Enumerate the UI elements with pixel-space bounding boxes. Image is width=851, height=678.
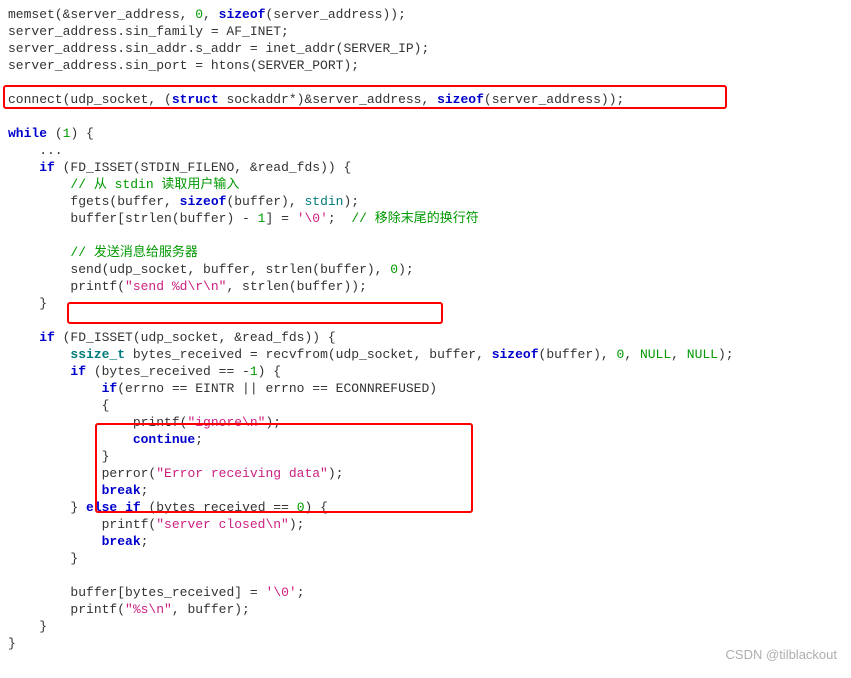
code-line: ssize_t bytes_received = recvfrom(udp_so… bbox=[8, 347, 734, 362]
code-line: break; bbox=[8, 483, 148, 498]
code-line: } else if (bytes_received == 0) { bbox=[8, 500, 328, 515]
code-line: ... bbox=[8, 143, 63, 158]
code-line: continue; bbox=[8, 432, 203, 447]
code-line: printf("server closed\n"); bbox=[8, 517, 304, 532]
code-line: } bbox=[8, 619, 47, 634]
code-line: while (1) { bbox=[8, 126, 94, 141]
code-line: { bbox=[8, 398, 109, 413]
code-line: server_address.sin_addr.s_addr = inet_ad… bbox=[8, 41, 429, 56]
code-line: if (FD_ISSET(STDIN_FILENO, &read_fds)) { bbox=[8, 160, 351, 175]
code-line: server_address.sin_port = htons(SERVER_P… bbox=[8, 58, 359, 73]
code-line: fgets(buffer, sizeof(buffer), stdin); bbox=[8, 194, 359, 209]
code-line: printf("send %d\r\n", strlen(buffer)); bbox=[8, 279, 367, 294]
code-line: buffer[bytes_received] = '\0'; bbox=[8, 585, 305, 600]
code-line: // 发送消息给服务器 bbox=[8, 245, 198, 260]
code-line: perror("Error receiving data"); bbox=[8, 466, 343, 481]
code-line: break; bbox=[8, 534, 148, 549]
code-line: if (FD_ISSET(udp_socket, &read_fds)) { bbox=[8, 330, 336, 345]
code-line: } bbox=[8, 296, 47, 311]
code-line: printf("ignore\n"); bbox=[8, 415, 281, 430]
code-line: if(errno == EINTR || errno == ECONNREFUS… bbox=[8, 381, 437, 396]
code-line: server_address.sin_family = AF_INET; bbox=[8, 24, 289, 39]
code-line: } bbox=[8, 551, 78, 566]
code-line: } bbox=[8, 636, 16, 651]
code-line: memset(&server_address, 0, sizeof(server… bbox=[8, 7, 406, 22]
code-line: buffer[strlen(buffer) - 1] = '\0'; // 移除… bbox=[8, 211, 479, 226]
code-line: send(udp_socket, buffer, strlen(buffer),… bbox=[8, 262, 414, 277]
code-block: memset(&server_address, 0, sizeof(server… bbox=[0, 0, 851, 660]
code-line: connect(udp_socket, (struct sockaddr*)&s… bbox=[8, 92, 624, 107]
code-line: printf("%s\n", buffer); bbox=[8, 602, 250, 617]
code-line: // 从 stdin 读取用户输入 bbox=[8, 177, 239, 192]
code-line: } bbox=[8, 449, 109, 464]
code-line: if (bytes_received == -1) { bbox=[8, 364, 281, 379]
